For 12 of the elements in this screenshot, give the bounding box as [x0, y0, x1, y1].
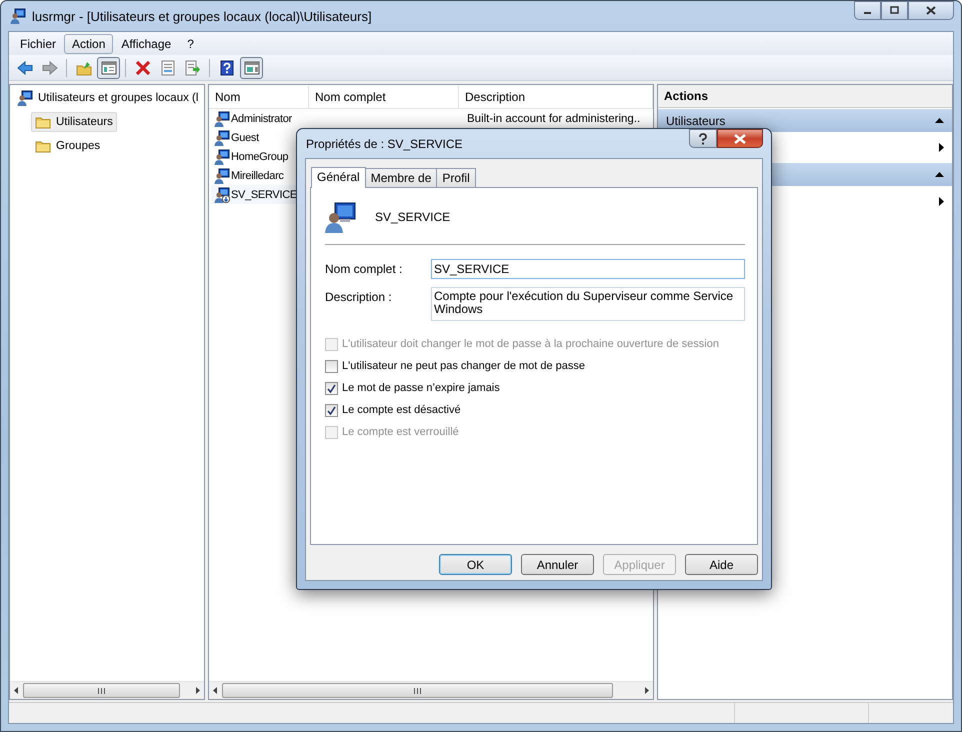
actions-title: Actions: [658, 85, 952, 108]
user-description: Built-in account for administering..: [467, 112, 640, 124]
user-name: Mireilledarc: [231, 170, 284, 182]
user-name: SV_SERVICE: [375, 210, 450, 224]
user-name: SV_SERVICE: [231, 188, 297, 200]
field-label: Nom complet :: [325, 261, 404, 276]
window-title: lusrmgr - [Utilisateurs et groupes locaux (local)\Utilisateurs]: [32, 8, 372, 24]
field-label: Description :: [325, 289, 393, 304]
user-name: Administrator: [231, 112, 292, 124]
dialog-title: Propriétés de : SV_SERVICE: [305, 136, 463, 150]
user-name: HomeGroup: [231, 150, 288, 162]
user-name: Guest: [231, 132, 259, 144]
